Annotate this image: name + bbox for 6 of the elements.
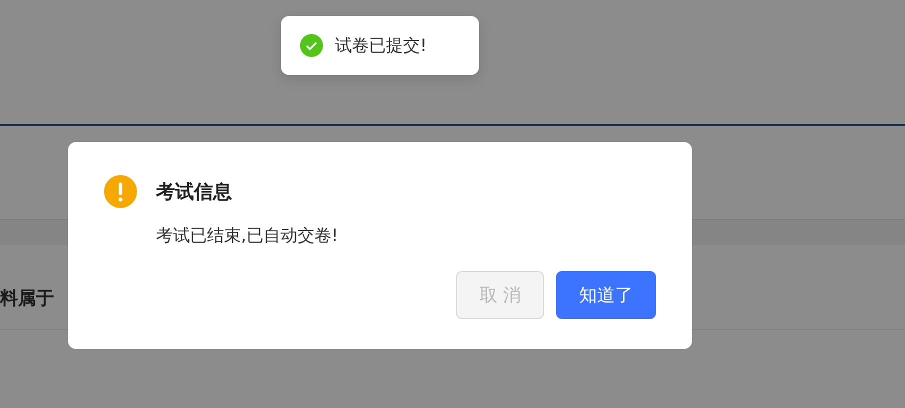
dialog-message: 考试已结束,已自动交卷!	[156, 225, 340, 247]
dialog-title: 考试信息	[156, 180, 232, 204]
warning-icon	[104, 175, 137, 208]
toast-text: 试卷已提交!	[335, 35, 427, 57]
success-check-icon	[300, 34, 323, 57]
confirm-button[interactable]: 知道了	[556, 271, 656, 319]
